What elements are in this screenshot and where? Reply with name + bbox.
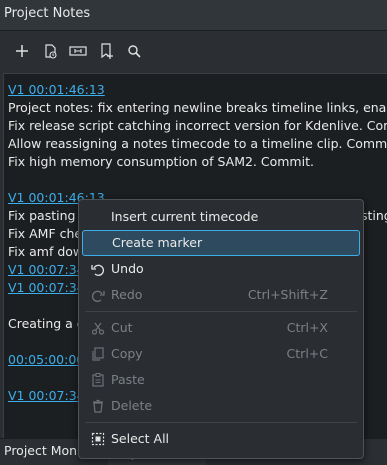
- menu-separator: [85, 422, 357, 423]
- menu-item-delete[interactable]: Delete: [82, 394, 358, 418]
- menu-item-label: Copy: [111, 346, 143, 361]
- search-icon[interactable]: [124, 41, 144, 61]
- menu-item-label: Cut: [111, 320, 133, 335]
- timecode-link[interactable]: V1 00:07:34: [8, 387, 85, 405]
- menu-item-insert-timecode[interactable]: Insert current timecode: [82, 205, 358, 229]
- link-clip-icon[interactable]: [68, 41, 88, 61]
- timecode-link[interactable]: V1 00:07:34: [8, 279, 85, 297]
- menu-separator: [85, 311, 357, 312]
- note-text-line: Creating a c: [8, 316, 84, 331]
- menu-item-copy[interactable]: Copy Ctrl+C: [82, 342, 358, 366]
- menu-item-label: Insert current timecode: [111, 209, 259, 224]
- note-text-line: Project notes: fix entering newline brea…: [8, 100, 387, 115]
- copy-icon: [90, 346, 106, 362]
- add-marker-icon[interactable]: [96, 41, 116, 61]
- timecode-link[interactable]: V1 00:07:34: [8, 261, 85, 279]
- menu-item-shortcut: Ctrl+X: [286, 320, 328, 335]
- insert-timestamp-icon[interactable]: [40, 41, 60, 61]
- note-text-line: Fix high memory consumption of SAM2. Com…: [8, 154, 314, 169]
- paste-icon: [90, 372, 106, 388]
- menu-item-select-all[interactable]: Select All: [82, 427, 358, 451]
- timecode-link[interactable]: 00:05:00:00: [8, 351, 84, 369]
- menu-item-label: Paste: [111, 372, 145, 387]
- menu-item-label: Undo: [111, 261, 144, 276]
- notes-toolbar: [0, 31, 387, 71]
- delete-icon: [90, 398, 106, 414]
- note-text-line: Fix release script catching incorrect ve…: [8, 118, 387, 133]
- tab-project-monitor[interactable]: Project Mon: [0, 439, 81, 463]
- menu-item-paste[interactable]: Paste: [82, 368, 358, 392]
- panel-title: Project Notes: [4, 6, 91, 21]
- menu-item-label: Delete: [111, 398, 153, 413]
- select-all-icon: [90, 431, 106, 447]
- menu-item-undo[interactable]: Undo: [82, 257, 358, 281]
- menu-item-shortcut: Ctrl+Shift+Z: [247, 287, 328, 302]
- add-icon[interactable]: [12, 41, 32, 61]
- redo-icon: [90, 287, 106, 303]
- menu-item-redo[interactable]: Redo Ctrl+Shift+Z: [82, 283, 358, 307]
- context-menu: Insert current timecode Create marker Un…: [78, 199, 364, 459]
- menu-item-cut[interactable]: Cut Ctrl+X: [82, 316, 358, 340]
- menu-item-label: Create marker: [112, 235, 203, 250]
- menu-item-label: Select All: [111, 431, 170, 446]
- panel-titlebar: Project Notes: [0, 0, 387, 31]
- undo-icon: [90, 261, 106, 277]
- menu-item-label: Redo: [111, 287, 143, 302]
- menu-item-shortcut: Ctrl+C: [286, 346, 328, 361]
- cut-icon: [90, 320, 106, 336]
- note-text-line: Allow reassigning a notes timecode to a …: [8, 136, 387, 151]
- menu-item-create-marker[interactable]: Create marker: [82, 230, 360, 256]
- timecode-link[interactable]: V1 00:01:46:13: [8, 81, 105, 99]
